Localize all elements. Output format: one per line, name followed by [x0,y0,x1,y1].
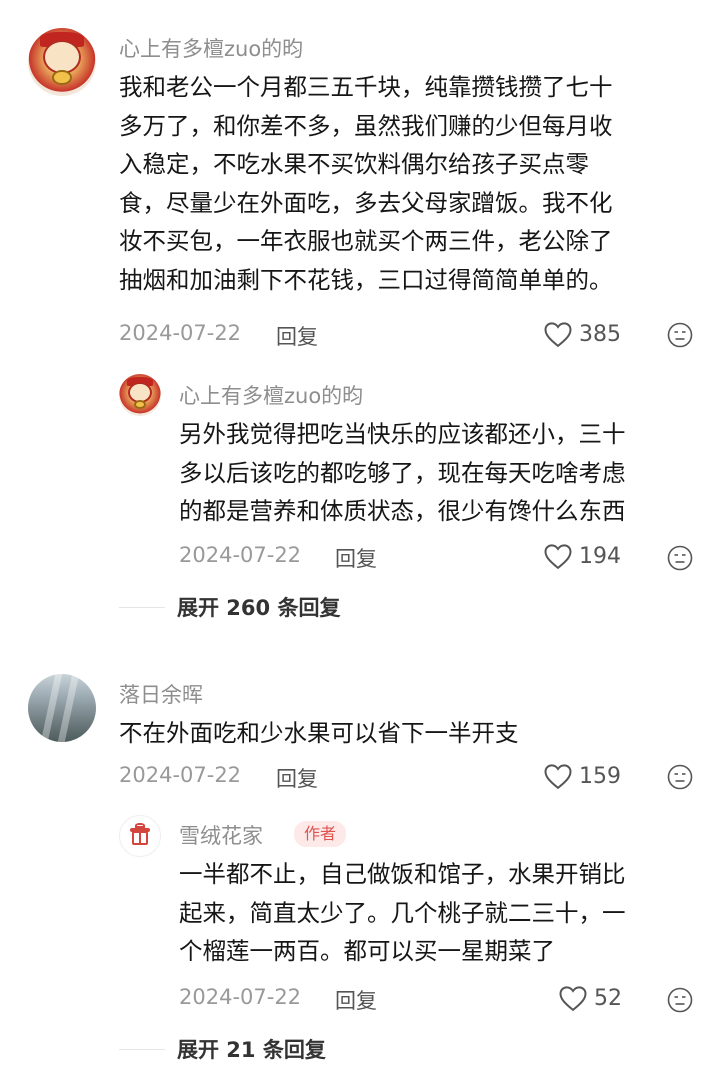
like-count: 385 [579,321,621,347]
like-button[interactable]: 385 [543,320,621,348]
reply-text: 另外我觉得把吃当快乐的应该都还小，三十 多以后该吃的都吃够了，现在每天吃啥考虑 … [179,420,626,525]
comment-text: 不在外面吃和少水果可以省下一半开支 [119,719,519,747]
like-button[interactable]: 194 [543,542,621,570]
avatar[interactable] [28,674,96,742]
reply-avatar[interactable] [119,815,161,857]
meh-face-icon[interactable] [667,545,693,571]
username[interactable]: 落日余晖 [119,679,203,709]
meh-face-icon[interactable] [667,322,693,348]
comment-text: 我和老公一个月都三五千块，纯靠攒钱攒了七十 多万了，和你差不多，虽然我们赚的少但… [119,73,613,294]
heart-outline-icon [544,764,572,790]
expand-label: 展开 21 条回复 [177,1038,326,1062]
reply-button[interactable]: 回复 [335,543,377,573]
username[interactable]: 心上有多檀zuo的昀 [119,33,303,63]
reply-username[interactable]: 心上有多檀zuo的昀 [179,380,363,410]
author-badge: 作者 [294,821,347,847]
divider [119,606,165,608]
comment-date: 2024-07-22 [119,321,242,345]
like-count: 194 [579,543,621,569]
heart-outline-icon [544,322,572,348]
heart-outline-icon [544,544,572,570]
heart-outline-icon [559,986,587,1012]
reply-button[interactable]: 回复 [276,763,318,793]
reply-button[interactable]: 回复 [276,321,318,351]
like-count: 159 [579,763,621,789]
avatar[interactable] [28,28,96,96]
reply-date: 2024-07-22 [179,985,302,1009]
reply-text: 一半都不止，自己做饭和馆子，水果开销比 起来，简直太少了。几个桃子就二三十，一 … [179,860,626,965]
like-button[interactable]: 159 [543,762,621,790]
reply-username[interactable]: 雪绒花家 [179,820,263,850]
reply-date: 2024-07-22 [179,543,302,567]
reply-button[interactable]: 回复 [335,985,377,1015]
reply-avatar[interactable] [119,374,161,416]
expand-replies-button[interactable]: 展开 260 条回复 [119,592,340,622]
comment-date: 2024-07-22 [119,763,242,787]
divider [119,1048,165,1050]
expand-label: 展开 260 条回复 [177,596,341,620]
like-button[interactable]: 52 [558,984,622,1012]
meh-face-icon[interactable] [667,987,693,1013]
meh-face-icon[interactable] [667,764,693,790]
expand-replies-button[interactable]: 展开 21 条回复 [119,1034,326,1064]
like-count: 52 [594,985,622,1011]
